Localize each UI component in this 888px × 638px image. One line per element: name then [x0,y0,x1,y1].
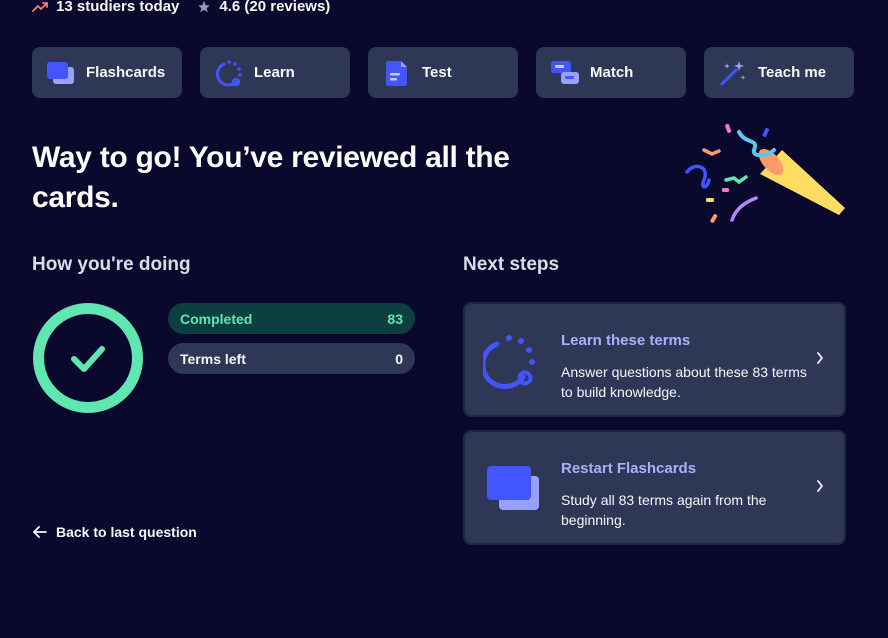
learn-icon [483,335,535,390]
learn-icon [214,58,244,88]
completed-pill: Completed 83 [168,303,415,334]
flashcards-icon [46,58,76,88]
learn-card-title: Learn these terms [561,332,691,349]
learn-these-terms-card[interactable]: Learn these terms Answer questions about… [463,302,846,417]
flashcards-label: Flashcards [86,64,166,81]
chevron-right-icon [817,480,823,492]
completed-label: Completed [180,310,253,327]
restart-card-description: Study all 83 terms again from the beginn… [561,492,767,528]
match-button[interactable]: Match [536,47,686,98]
test-button[interactable]: Test [368,47,518,98]
terms-left-label: Terms left [180,350,246,367]
studiers-stat: 13 studiers today [32,0,179,15]
learn-label: Learn [254,64,295,81]
match-label: Match [590,64,634,81]
completed-count: 83 [387,310,403,327]
completion-ring [33,303,143,413]
teach-me-button[interactable]: Teach me [704,47,854,98]
study-modes: Flashcards Learn Test Match Teach me [32,47,854,98]
rating-value: 4.6 (20 reviews) [219,0,331,15]
test-icon [382,58,412,88]
next-steps-title: Next steps [463,254,560,275]
teach-me-label: Teach me [758,64,827,81]
learn-card-description: Answer questions about these 83 terms to… [561,364,807,400]
flashcards-button[interactable]: Flashcards [32,47,182,98]
terms-left-count: 0 [395,350,403,367]
restart-flashcards-card[interactable]: Restart Flashcards Study all 83 terms ag… [463,430,846,545]
studiers-count: 13 studiers today [56,0,180,15]
magic-wand-icon [718,58,748,88]
star-icon [198,0,211,12]
terms-left-pill: Terms left 0 [168,343,415,374]
completion-headline: Way to go! You’ve reviewed all the cards… [32,141,510,214]
test-label: Test [422,64,452,81]
chevron-right-icon [817,352,823,364]
back-link-label: Back to last question [56,524,197,540]
progress-title: How you're doing [32,254,191,275]
arrow-left-icon [33,526,47,538]
flashcards-icon [487,466,539,510]
trending-up-icon [32,1,48,12]
restart-card-title: Restart Flashcards [561,460,697,477]
learn-button[interactable]: Learn [200,47,350,98]
rating-stat[interactable]: 4.6 (20 reviews) [197,0,330,15]
study-stats: 13 studiers today 4.6 (20 reviews) [32,0,330,15]
party-popper-icon [685,123,845,223]
checkmark-icon [71,346,105,372]
back-to-last-question-link[interactable]: Back to last question [32,524,197,540]
match-icon [550,58,580,88]
